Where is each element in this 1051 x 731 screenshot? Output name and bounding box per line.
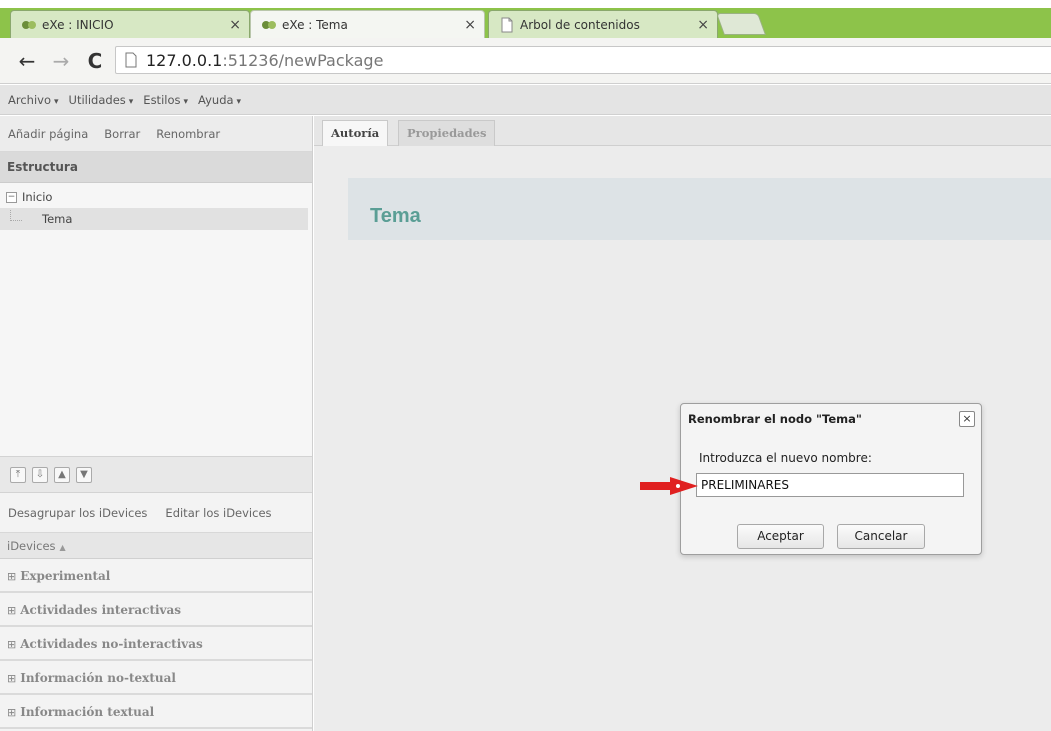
caret-down-icon: ▾ bbox=[183, 96, 189, 107]
category-actividades-interactivas[interactable]: ⊞ Actividades interactivas bbox=[0, 593, 312, 627]
expand-icon: ⊞ bbox=[7, 638, 17, 651]
menu-label: Ayuda bbox=[198, 92, 234, 107]
caret-down-icon: ▾ bbox=[54, 96, 59, 107]
move-top-icon[interactable]: ⤒ bbox=[10, 466, 26, 483]
expand-icon: ⊞ bbox=[7, 570, 17, 583]
menu-ayuda[interactable]: Ayuda ▾ bbox=[198, 93, 241, 107]
move-down-icon[interactable]: ⇩ bbox=[32, 466, 48, 483]
main-tabbar: Autoría Propiedades bbox=[314, 116, 1051, 146]
menu-utilidades[interactable]: Utilidades ▾ bbox=[69, 93, 134, 107]
new-tab-button[interactable] bbox=[715, 13, 767, 35]
tree-node-label: Tema bbox=[42, 212, 73, 226]
browser-tab-inicio[interactable]: eXe : INICIO × bbox=[10, 10, 250, 38]
move-up-icon[interactable]: ▲ bbox=[54, 466, 70, 483]
browser-toolbar: ← → C 127.0.0.1 :51236/newPackage bbox=[0, 38, 1051, 84]
node-move-controls: ⤒ ⇩ ▲ ▼ bbox=[0, 457, 312, 493]
tree-node-label: Inicio bbox=[22, 190, 53, 204]
annotation-arrow-icon bbox=[640, 477, 698, 495]
idevices-header[interactable]: iDevices ▲ bbox=[0, 533, 312, 559]
accept-button[interactable]: Aceptar bbox=[737, 524, 824, 549]
ungroup-idevices-button[interactable]: Desagrupar los iDevices bbox=[8, 506, 147, 520]
tab-title: Arbol de contenidos bbox=[520, 17, 640, 32]
exe-logo-icon bbox=[262, 20, 276, 29]
exe-logo-icon bbox=[22, 20, 36, 29]
forward-arrow-icon[interactable]: → bbox=[50, 49, 72, 73]
category-actividades-no-interactivas[interactable]: ⊞ Actividades no-interactivas bbox=[0, 627, 312, 661]
tree-node-tema[interactable]: Tema bbox=[0, 208, 308, 230]
rename-button[interactable]: Renombrar bbox=[156, 127, 220, 141]
close-icon[interactable]: × bbox=[229, 17, 241, 33]
tab-autoria[interactable]: Autoría bbox=[322, 120, 389, 146]
page-actions: Añadir página Borrar Renombrar bbox=[0, 116, 312, 152]
close-icon[interactable]: × bbox=[697, 17, 709, 33]
move-down-arrow-icon[interactable]: ▼ bbox=[76, 466, 92, 483]
tab-propiedades[interactable]: Propiedades bbox=[398, 120, 496, 146]
category-label: Información textual bbox=[20, 705, 155, 719]
document-icon bbox=[501, 17, 513, 32]
menu-label: Archivo bbox=[8, 92, 51, 107]
category-informacion-textual[interactable]: ⊞ Información textual bbox=[0, 695, 312, 729]
structure-tree: − Inicio Tema bbox=[0, 183, 312, 457]
collapse-icon[interactable]: − bbox=[6, 191, 17, 203]
browser-tab-tema[interactable]: eXe : Tema × bbox=[250, 10, 485, 38]
category-experimental[interactable]: ⊞ Experimental bbox=[0, 559, 312, 593]
delete-button[interactable]: Borrar bbox=[104, 127, 140, 141]
edit-idevices-button[interactable]: Editar los iDevices bbox=[165, 506, 271, 520]
page-icon bbox=[125, 52, 137, 68]
menu-estilos[interactable]: Estilos ▾ bbox=[143, 93, 188, 107]
category-label: Actividades no-interactivas bbox=[20, 637, 203, 651]
dialog-title: Renombrar el nodo "Tema" bbox=[688, 412, 862, 426]
page-title: Tema bbox=[370, 205, 421, 227]
tab-title: eXe : Tema bbox=[282, 17, 348, 32]
close-icon[interactable]: × bbox=[464, 17, 476, 33]
category-informacion-no-textual[interactable]: ⊞ Información no-textual bbox=[0, 661, 312, 695]
left-panel: Añadir página Borrar Renombrar Estructur… bbox=[0, 116, 313, 731]
browser-tab-arbol[interactable]: Arbol de contenidos × bbox=[488, 10, 718, 38]
menu-label: Estilos bbox=[143, 92, 181, 107]
menu-label: Utilidades bbox=[68, 92, 126, 107]
category-label: Experimental bbox=[20, 569, 111, 583]
app-menubar: Archivo ▾ Utilidades ▾ Estilos ▾ Ayuda ▾ bbox=[0, 85, 1051, 115]
address-bar[interactable]: 127.0.0.1 :51236/newPackage bbox=[115, 46, 1051, 74]
menu-archivo[interactable]: Archivo ▾ bbox=[8, 93, 59, 107]
tab-title: eXe : INICIO bbox=[42, 17, 114, 32]
new-name-input[interactable] bbox=[696, 473, 964, 497]
structure-title: Estructura bbox=[0, 152, 312, 183]
url-path: :51236/newPackage bbox=[222, 50, 384, 70]
idevice-actions: Desagrupar los iDevices Editar los iDevi… bbox=[0, 493, 312, 533]
back-arrow-icon[interactable]: ← bbox=[16, 49, 38, 73]
page-header: Tema bbox=[348, 178, 1051, 240]
expand-icon: ⊞ bbox=[7, 706, 17, 719]
tree-connector bbox=[10, 209, 22, 221]
add-page-button[interactable]: Añadir página bbox=[8, 127, 88, 141]
cancel-button[interactable]: Cancelar bbox=[837, 524, 925, 549]
caret-down-icon: ▾ bbox=[128, 96, 134, 107]
caret-down-icon: ▾ bbox=[236, 96, 242, 107]
dialog-label: Introduzca el nuevo nombre: bbox=[699, 451, 872, 465]
tree-node-inicio[interactable]: − Inicio bbox=[0, 186, 308, 208]
expand-icon: ⊞ bbox=[7, 604, 17, 617]
close-icon[interactable]: × bbox=[959, 411, 975, 427]
sort-up-icon: ▲ bbox=[59, 543, 66, 552]
url-host: 127.0.0.1 bbox=[146, 50, 223, 70]
category-label: Información no-textual bbox=[20, 671, 176, 685]
expand-icon: ⊞ bbox=[7, 672, 17, 685]
browser-tabstrip: eXe : INICIO × eXe : Tema × Arbol de con… bbox=[0, 0, 1051, 38]
idevices-label: iDevices bbox=[7, 539, 56, 553]
category-label: Actividades interactivas bbox=[20, 603, 182, 617]
reload-icon[interactable]: C bbox=[84, 49, 106, 73]
rename-dialog: Renombrar el nodo "Tema" × Introduzca el… bbox=[680, 403, 982, 555]
